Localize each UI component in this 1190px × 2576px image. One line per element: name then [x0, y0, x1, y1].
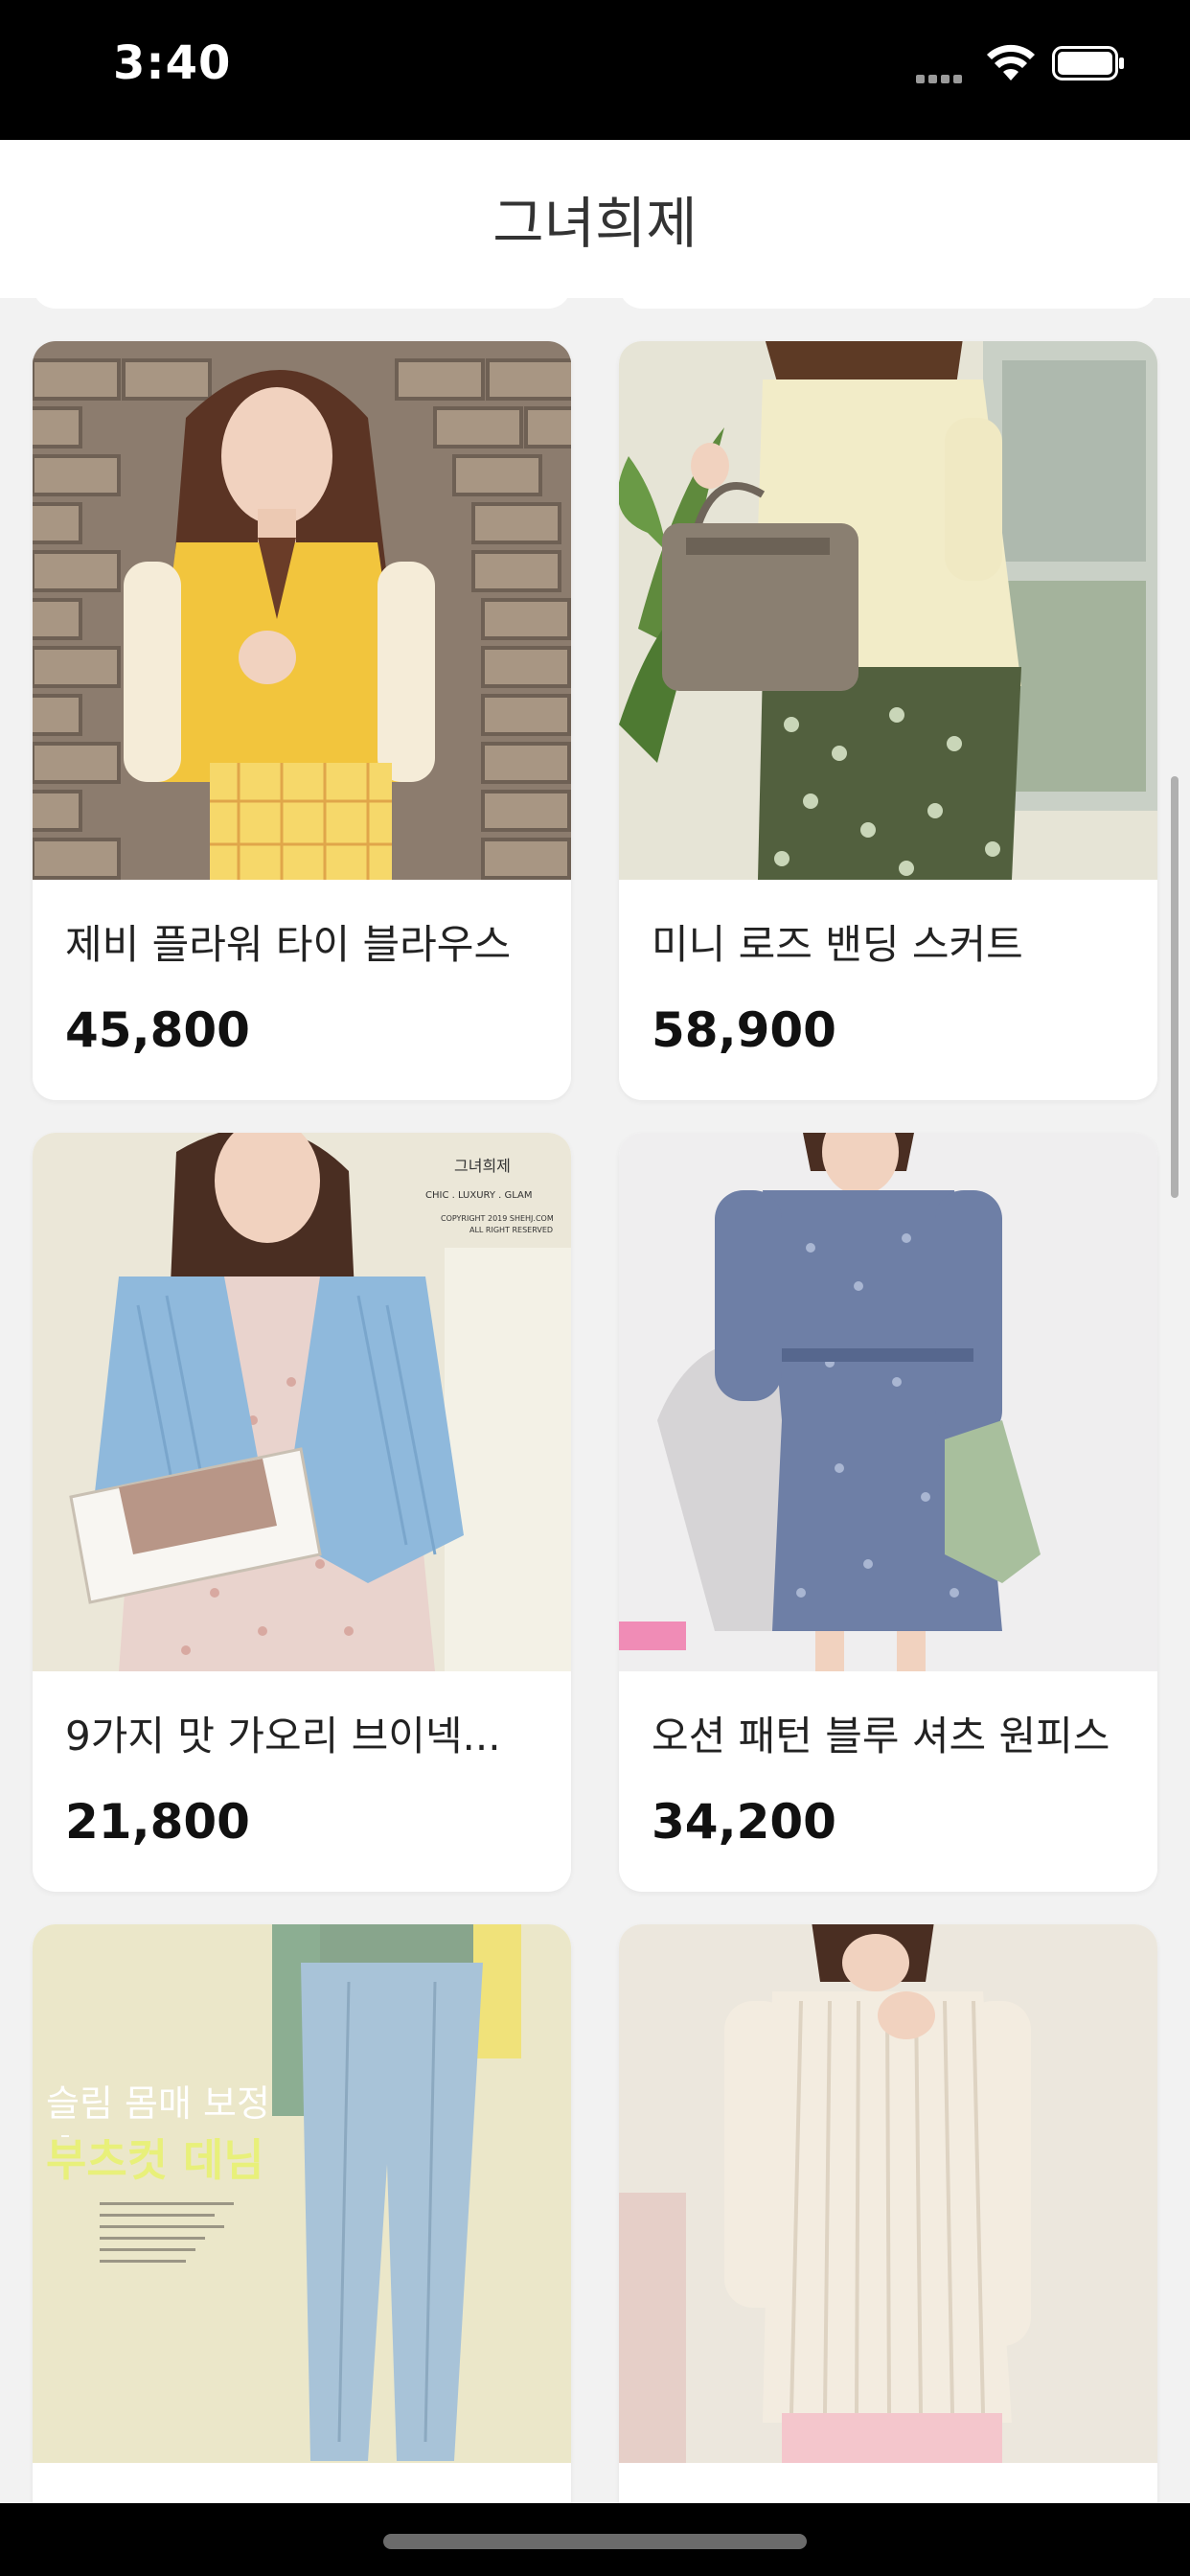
product-image — [619, 341, 1157, 880]
product-card[interactable]: 미니 로즈 밴딩 스커트 58,900 — [619, 341, 1157, 1100]
promo-line-2: 부츠컷 데님 — [46, 2134, 264, 2186]
brand-tagline: CHIC . LUXURY . GLAM — [425, 1190, 533, 1201]
product-price: 21,800 — [65, 1794, 250, 1850]
product-name: 9가지 맛 가오리 브이넥... — [65, 1713, 501, 1760]
product-price: 45,800 — [65, 1002, 250, 1058]
product-image — [619, 1924, 1157, 2463]
product-name: 오션 패턴 블루 셔츠 원피스 — [652, 1713, 1110, 1760]
product-price: 34,200 — [652, 1794, 836, 1850]
wifi-icon — [987, 44, 1035, 80]
product-card[interactable]: 제비 플라워 타이 블라우스 45,800 — [33, 341, 571, 1100]
battery-icon — [1052, 46, 1124, 80]
product-image: 슬림 몸매 보정 부츠컷 데님 — [33, 1924, 571, 2463]
copyright-line-1: COPYRIGHT 2019 SHEHJ.COM — [441, 1214, 554, 1223]
product-card[interactable]: 그녀희제 CHIC . LUXURY . GLAM COPYRIGHT 2019… — [33, 1133, 571, 1892]
promo-line-1: 슬림 몸매 보정 — [46, 2082, 270, 2125]
product-name: 미니 로즈 밴딩 스커트 — [652, 921, 1023, 968]
page-title: 그녀희제 — [492, 191, 698, 256]
product-price: 58,900 — [652, 1002, 836, 1058]
navigation-bar: 그녀희제 — [0, 140, 1190, 298]
product-image — [619, 1133, 1157, 1671]
product-image — [33, 341, 571, 880]
product-name: 제비 플라워 타이 블라우스 — [65, 921, 512, 968]
signal-icon — [916, 69, 966, 87]
product-card[interactable]: 슬림 몸매 보정 부츠컷 데님 — [33, 1924, 571, 2576]
home-indicator[interactable] — [383, 2534, 807, 2549]
product-card[interactable] — [619, 1924, 1157, 2576]
product-image: 그녀희제 CHIC . LUXURY . GLAM COPYRIGHT 2019… — [33, 1133, 571, 1671]
product-card[interactable]: 오션 패턴 블루 셔츠 원피스 34,200 — [619, 1133, 1157, 1892]
product-grid: 제비 플라워 타이 블라우스 45,800 미니 로즈 밴딩 스커트 58,90… — [0, 0, 1190, 2576]
status-bar: 3:40 — [0, 0, 1190, 140]
status-time: 3:40 — [113, 36, 232, 90]
brand-mark: 그녀희제 — [454, 1157, 511, 1175]
copyright-line-2: ALL RIGHT RESERVED — [469, 1226, 553, 1234]
scroll-indicator[interactable] — [1171, 776, 1179, 1198]
